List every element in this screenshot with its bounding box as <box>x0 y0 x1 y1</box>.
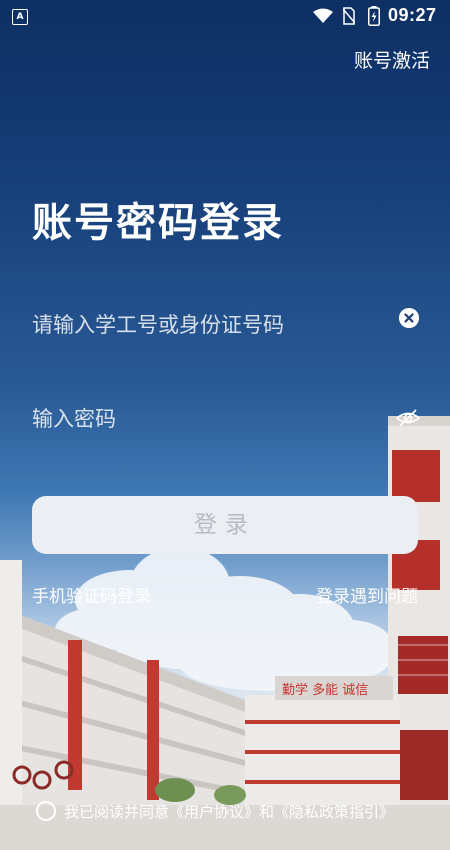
password-field <box>32 396 422 442</box>
status-bar: A 09:27 <box>0 0 450 34</box>
agreement-row: 我已阅读并同意 《用户协议》 和 《隐私政策指引》 <box>36 798 394 824</box>
app-notification-icon: A <box>12 9 28 25</box>
clear-icon[interactable] <box>399 308 419 328</box>
login-button[interactable]: 登录 <box>32 496 418 554</box>
account-input[interactable] <box>32 302 372 348</box>
account-field <box>32 302 422 348</box>
login-screen: 勤学 多能 诚信 A 09:27 账号激活 账号密码登录 请输入学工号或身份证号… <box>0 0 450 850</box>
wifi-icon <box>313 8 333 23</box>
login-help-link[interactable]: 登录遇到问题 <box>316 582 418 607</box>
privacy-policy-link[interactable]: 《隐私政策指引》 <box>274 801 394 822</box>
page-title: 账号密码登录 <box>32 200 284 246</box>
agreement-conjunction: 和 <box>259 802 275 821</box>
password-input[interactable] <box>32 396 372 442</box>
sms-login-link[interactable]: 手机验证码登录 <box>32 582 151 607</box>
banner-slogan: 勤学 多能 诚信 <box>282 682 368 698</box>
agreement-prefix: 我已阅读并同意 <box>64 802 170 821</box>
battery-charging-icon <box>368 6 380 26</box>
status-time: 09:27 <box>388 5 437 25</box>
account-activate-link[interactable]: 账号激活 <box>354 46 430 73</box>
agree-checkbox[interactable] <box>36 801 56 821</box>
user-agreement-link[interactable]: 《用户协议》 <box>169 801 259 822</box>
no-sim-icon <box>343 7 355 25</box>
eye-off-icon[interactable] <box>396 406 420 430</box>
